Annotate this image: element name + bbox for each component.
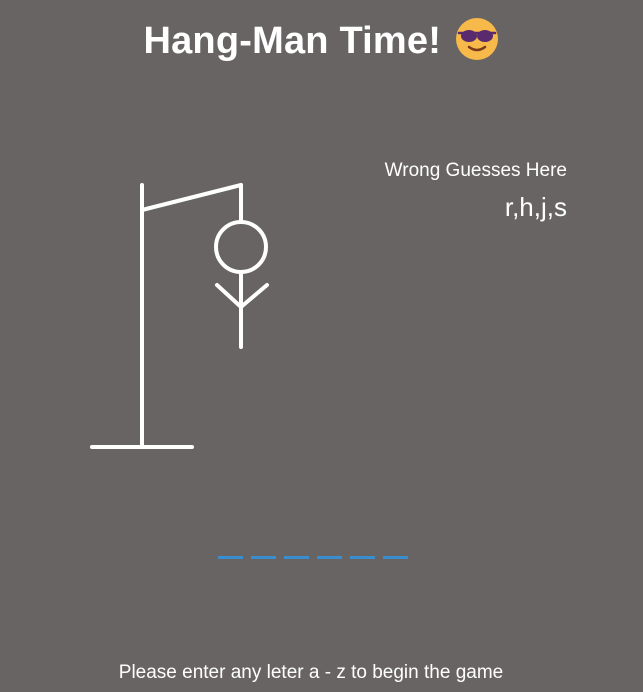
hangman-right-arm xyxy=(239,283,269,309)
letter-blank xyxy=(284,556,309,559)
letter-blank xyxy=(350,556,375,559)
hangman-page: Hang-Man Time! Wrong Guesses Here r,h,j,… xyxy=(0,0,643,692)
letter-blank xyxy=(218,556,243,559)
letter-blank xyxy=(383,556,408,559)
wrong-guesses-label: Wrong Guesses Here xyxy=(384,160,567,181)
instructions-text: Please enter any leter a - z to begin th… xyxy=(118,662,504,683)
word-blanks xyxy=(218,556,408,559)
letter-blank xyxy=(251,556,276,559)
hangman-drawing xyxy=(90,183,269,449)
wrong-guesses-letters: r,h,j,s xyxy=(504,192,567,222)
hangman-left-arm xyxy=(215,283,243,309)
hangman-head xyxy=(214,220,268,274)
letter-blank xyxy=(317,556,342,559)
gallows-beam xyxy=(140,183,243,212)
